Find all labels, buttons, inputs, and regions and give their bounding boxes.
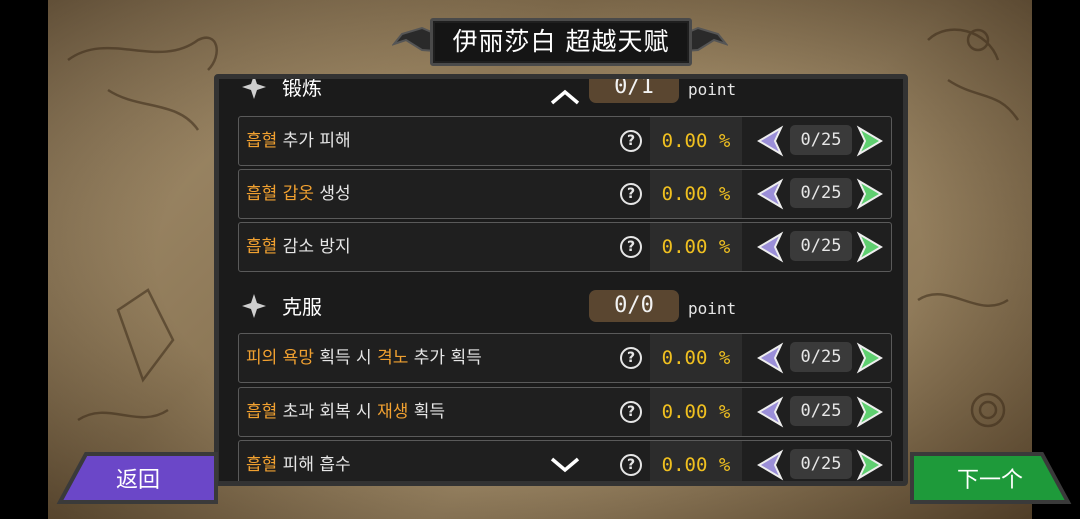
level-count: 0/25 [790,342,852,372]
talent-label: 흡혈 피해 흡수 [246,441,351,481]
level-stepper: 0/25 [753,229,889,265]
keyword-highlight: 흡혈 [246,402,278,422]
level-count: 0/25 [790,125,852,155]
points-unit: point [688,80,737,99]
label-text: 획득 시 [313,348,378,368]
label-text: 생성 [313,184,351,204]
talent-row: 흡혈 감소 방지? 0.00 % 0/25 [238,222,892,272]
label-text: 획득 [408,402,446,422]
arrow-right-icon[interactable] [855,342,887,374]
value-box: 0.00 % [650,223,742,271]
keyword-highlight: 격노 [377,348,409,368]
talent-value: 0.00 % [661,401,731,423]
talent-label: 흡혈 감소 방지 [246,223,351,271]
back-button[interactable]: 返回 [56,450,220,506]
keyword-highlight: 흡혈 [246,455,278,475]
talent-value: 0.00 % [661,454,731,476]
level-count: 0/25 [790,396,852,426]
keyword-highlight: 재생 [377,402,409,422]
talent-panel[interactable]: 锻炼 0/1 point 흡혈 추가 피해? 0.00 % 0/25 흡혈 갑옷 생성… [214,74,908,486]
level-stepper: 0/25 [753,340,889,376]
four-point-star-icon [242,294,266,318]
label-text: 피해 흡수 [277,455,351,475]
level-count: 0/25 [790,178,852,208]
section-title: 克服 [282,295,322,319]
keyword-highlight: 갑옷 [282,184,314,204]
level-count: 0/25 [790,231,852,261]
question-circle-icon[interactable]: ? [620,183,642,205]
talent-value: 0.00 % [661,347,731,369]
arrow-left-icon[interactable] [753,125,785,157]
arrow-left-icon[interactable] [753,449,785,481]
arrow-right-icon[interactable] [855,396,887,428]
keyword-highlight: 흡혈 [246,237,278,257]
level-stepper: 0/25 [753,447,889,481]
level-stepper: 0/25 [753,123,889,159]
talent-value: 0.00 % [661,130,731,152]
section-points: 0/1 [589,79,679,103]
level-stepper: 0/25 [753,176,889,212]
points-unit: point [688,299,737,318]
level-stepper: 0/25 [753,394,889,430]
question-circle-icon[interactable]: ? [620,347,642,369]
value-box: 0.00 % [650,117,742,165]
label-text: 초과 회복 시 [277,402,378,422]
back-button-label: 返回 [115,468,160,493]
arrow-left-icon[interactable] [753,396,785,428]
arrow-right-icon[interactable] [855,125,887,157]
question-circle-icon[interactable]: ? [620,130,642,152]
talent-value: 0.00 % [661,183,731,205]
question-circle-icon[interactable]: ? [620,454,642,476]
talent-row: 흡혈 추가 피해? 0.00 % 0/25 [238,116,892,166]
label-text: 감소 방지 [277,237,351,257]
level-count: 0/25 [790,449,852,479]
value-box: 0.00 % [650,170,742,218]
right-letterbox [1032,0,1080,519]
page-title: 伊丽莎白 超越天赋 [452,27,670,56]
section-title: 锻炼 [282,76,322,100]
four-point-star-icon [242,79,266,99]
section-points: 0/0 [589,290,679,322]
talent-label: 흡혈 갑옷 생성 [246,170,351,218]
talent-label: 피의 욕망 획득 시 격노 추가 획득 [246,334,482,382]
label-text: 추가 피해 [277,131,351,151]
arrow-right-icon[interactable] [855,231,887,263]
value-box: 0.00 % [650,388,742,436]
keyword-highlight: 피의 욕망 [246,348,314,368]
chevron-down-icon[interactable] [549,455,581,475]
arrow-left-icon[interactable] [753,231,785,263]
keyword-highlight: 흡혈 [246,184,278,204]
next-button[interactable]: 下一个 [908,450,1072,506]
question-circle-icon[interactable]: ? [620,401,642,423]
next-button-label: 下一个 [956,468,1023,493]
talent-value: 0.00 % [661,236,731,258]
label-text: 추가 획득 [408,348,482,368]
arrow-left-icon[interactable] [753,178,785,210]
section-header-overcome: 克服 0/0 point [238,287,892,327]
talent-label: 흡혈 초과 회복 시 재생 획득 [246,388,445,436]
arrow-right-icon[interactable] [855,178,887,210]
arrow-left-icon[interactable] [753,342,785,374]
keyword-highlight: 흡혈 [246,131,278,151]
value-box: 0.00 % [650,334,742,382]
question-circle-icon[interactable]: ? [620,236,642,258]
left-letterbox [0,0,48,519]
talent-row: 흡혈 초과 회복 시 재생 획득? 0.00 % 0/25 [238,387,892,437]
talent-row: 피의 욕망 획득 시 격노 추가 획득? 0.00 % 0/25 [238,333,892,383]
talent-label: 흡혈 추가 피해 [246,117,351,165]
chevron-up-icon[interactable] [549,87,581,107]
talent-row: 흡혈 갑옷 생성? 0.00 % 0/25 [238,169,892,219]
value-box: 0.00 % [650,441,742,481]
arrow-right-icon[interactable] [855,449,887,481]
